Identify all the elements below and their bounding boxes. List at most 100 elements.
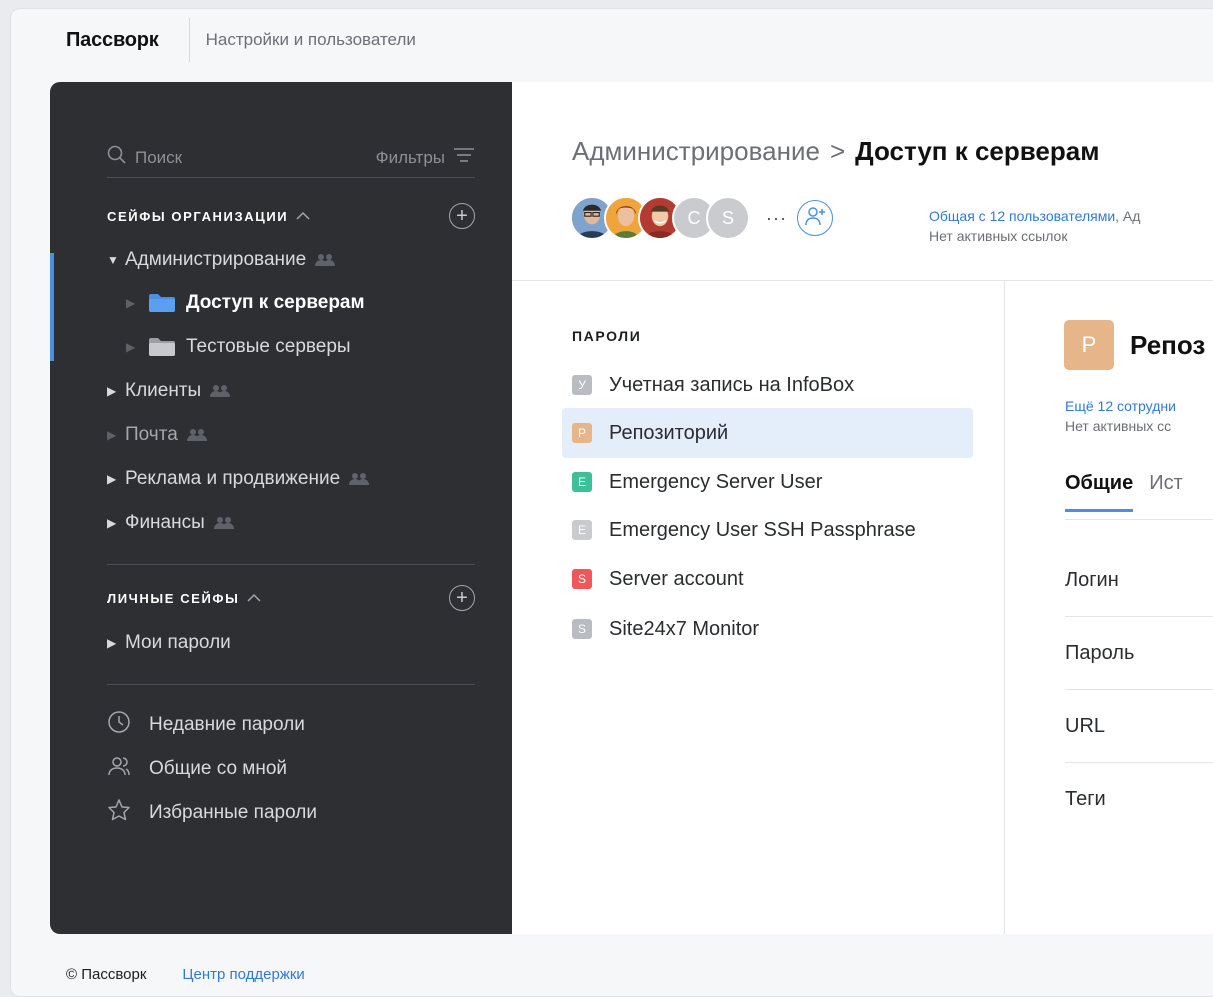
breadcrumb: Администрирование > Доступ к серверам [572,136,1099,167]
add-personal-vault-button[interactable]: + [449,585,475,611]
breadcrumb-separator: > [829,136,846,166]
detail-tabs: Общие Ист [1065,472,1183,512]
password-badge: S [572,569,592,589]
column-divider [1004,281,1005,934]
header-divider [512,280,1213,281]
sidebar-item-my-passwords[interactable]: ▶ Мои пароли [107,632,231,654]
filters-button[interactable]: Фильтры [376,147,475,168]
field-url-label: URL [1065,715,1106,737]
sidebar-item-label: Администрирование [125,249,307,270]
sidebar-divider [107,564,475,565]
sidebar-item-label: Финансы [125,512,205,533]
password-item[interactable]: S Server account [562,554,973,604]
tab-general[interactable]: Общие [1065,472,1134,512]
org-vaults-title: СЕЙФЫ ОРГАНИЗАЦИИ [107,208,289,224]
password-item[interactable]: У Учетная запись на InfoBox [562,360,973,410]
tab-history[interactable]: Ист [1149,472,1183,512]
nav-label: Общие со мной [149,758,288,779]
add-org-vault-button[interactable]: + [449,203,475,229]
field-divider [1065,762,1213,763]
shared-users-link[interactable]: Общая с 12 пользователями [929,208,1115,224]
filter-icon [453,147,475,168]
shared-users-icon [348,472,370,486]
detail-shared-link[interactable]: Ещё 12 сотрудни [1065,396,1176,416]
member-avatars[interactable]: C S ··· [570,196,833,240]
sidebar-item-label: Почта [125,424,178,445]
password-badge: У [572,375,592,395]
sharing-info: Общая с 12 пользователями, Ад Нет активн… [929,206,1140,246]
sidebar-item-finance[interactable]: ▶ Финансы [107,512,235,534]
users-icon [107,754,131,784]
password-badge: E [572,520,592,540]
more-members-button[interactable]: ··· [766,208,787,229]
star-icon [107,798,131,828]
field-divider [1065,689,1213,690]
field-password-label: Пароль [1065,642,1135,664]
search-placeholder: Поиск [135,147,183,167]
password-label: Server account [609,567,744,590]
plus-icon: + [456,587,468,609]
sidebar: Поиск Фильтры СЕЙФЫ ОРГАНИЗАЦИИ + ▼ Адми… [50,82,512,934]
caret-right-icon: ▶ [107,636,117,650]
passwords-section-title: ПАРОЛИ [572,328,642,344]
filters-label: Фильтры [375,147,445,167]
content-area: Администрирование > Доступ к серверам C … [512,82,1213,934]
shared-admins-text: , Ад [1115,208,1141,224]
nav-favorite-passwords[interactable]: Избранные пароли [107,798,317,828]
add-user-icon [804,205,826,232]
password-badge: E [572,472,592,492]
sidebar-item-administration[interactable]: ▼ Администрирование [107,249,336,271]
copyright-text: © Пассворк [66,966,147,983]
caret-right-icon: ▶ [107,516,117,530]
sidebar-item-marketing[interactable]: ▶ Реклама и продвижение [107,468,370,490]
nav-recent-passwords[interactable]: Недавние пароли [107,710,305,740]
sidebar-item-label: Тестовые серверы [186,336,351,357]
personal-vaults-title: ЛИЧНЫЕ СЕЙФЫ [107,590,240,606]
chevron-up-icon [296,209,310,224]
no-links-text: Нет активных ссылок [929,228,1068,244]
active-indicator [50,253,54,361]
support-center-link[interactable]: Центр поддержки [182,966,304,983]
password-label: Site24x7 Monitor [609,617,760,640]
password-label: Учетная запись на InfoBox [609,373,855,396]
org-vaults-toggle[interactable]: СЕЙФЫ ОРГАНИЗАЦИИ [107,209,310,224]
footer: © Пассворк Центр поддержки [66,966,305,983]
shared-users-icon [213,516,235,530]
settings-link[interactable]: Настройки и пользователи [206,30,416,50]
sidebar-item-server-access[interactable]: ▶ Доступ к серверам [126,292,365,314]
password-badge: Р [572,423,592,443]
caret-right-icon: ▶ [126,340,136,354]
nav-label: Избранные пароли [149,802,317,823]
org-vaults-header: СЕЙФЫ ОРГАНИЗАЦИИ + [107,203,475,229]
search-input[interactable]: Поиск [107,145,182,170]
password-item-selected[interactable]: Р Репозиторий [562,408,973,458]
add-user-button[interactable] [796,200,833,236]
personal-vaults-toggle[interactable]: ЛИЧНЫЕ СЕЙФЫ [107,591,261,606]
caret-right-icon: ▶ [107,428,117,442]
sidebar-item-clients[interactable]: ▶ Клиенты [107,380,231,402]
password-label: Emergency User SSH Passphrase [609,518,916,541]
avatar[interactable]: S [706,196,750,240]
tabs-divider [1065,519,1213,520]
sidebar-item-mail[interactable]: ▶ Почта [107,424,208,446]
detail-sharing-info: Ещё 12 сотрудни Нет активных сс [1065,396,1176,436]
search-row: Поиск Фильтры [107,138,475,178]
password-item[interactable]: E Emergency Server User [562,457,973,507]
breadcrumb-parent[interactable]: Администрирование [572,136,820,167]
password-item[interactable]: S Site24x7 Monitor [562,604,973,654]
personal-vaults-header: ЛИЧНЫЕ СЕЙФЫ + [107,585,475,611]
topbar-divider [188,18,190,62]
top-bar: Пассворк Настройки и пользователи [66,18,416,62]
password-item[interactable]: E Emergency User SSH Passphrase [562,505,973,555]
nav-shared-with-me[interactable]: Общие со мной [107,754,287,784]
brand-logo[interactable]: Пассворк [66,29,159,52]
field-login-label: Логин [1065,569,1119,591]
password-badge: S [572,619,592,639]
password-label: Репозиторий [609,421,729,444]
sidebar-item-test-servers[interactable]: ▶ Тестовые серверы [126,336,351,358]
field-divider [1065,616,1213,617]
detail-badge: Р [1064,320,1114,370]
shared-users-icon [209,384,231,398]
main-card: Поиск Фильтры СЕЙФЫ ОРГАНИЗАЦИИ + ▼ Адми… [50,82,1213,934]
sidebar-item-label: Мои пароли [125,632,231,653]
